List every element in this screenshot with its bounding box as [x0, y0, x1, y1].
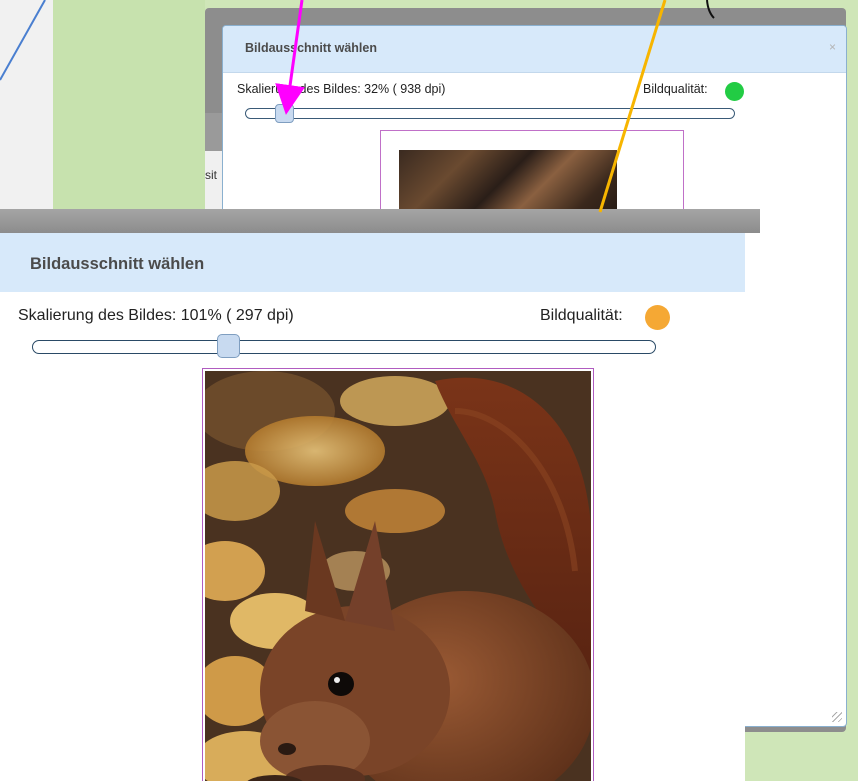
resize-grip-icon[interactable]	[832, 712, 842, 722]
status-dot-icon	[725, 82, 744, 101]
quality-label: Bildqualität:	[643, 82, 708, 96]
scale-slider-handle[interactable]	[217, 334, 240, 358]
scale-label: Skalierung des Bildes: 101% ( 297 dpi)	[18, 307, 294, 324]
partial-label: sit	[205, 168, 217, 182]
scale-slider-track[interactable]	[245, 108, 735, 119]
close-icon[interactable]: ×	[829, 40, 836, 54]
crop-frame[interactable]	[202, 368, 594, 781]
dialog-title: Bildausschnitt wählen	[245, 41, 377, 55]
scale-slider-handle[interactable]	[275, 104, 294, 123]
front-dialog-topbar	[0, 209, 760, 233]
quality-label: Bildqualität:	[540, 307, 623, 324]
status-dot-icon	[645, 305, 670, 330]
scale-label: Skalierung des Bildes: 32% ( 938 dpi)	[237, 82, 446, 96]
dialog-titlebar[interactable]: Bildausschnitt wählen	[0, 233, 745, 292]
dialog-title: Bildausschnitt wählen	[30, 255, 205, 273]
front-dialog: Bildausschnitt wählen Skalierung des Bil…	[0, 233, 745, 781]
dialog-titlebar[interactable]: Bildausschnitt wählen ×	[223, 26, 846, 73]
scale-slider-track[interactable]	[32, 340, 656, 354]
